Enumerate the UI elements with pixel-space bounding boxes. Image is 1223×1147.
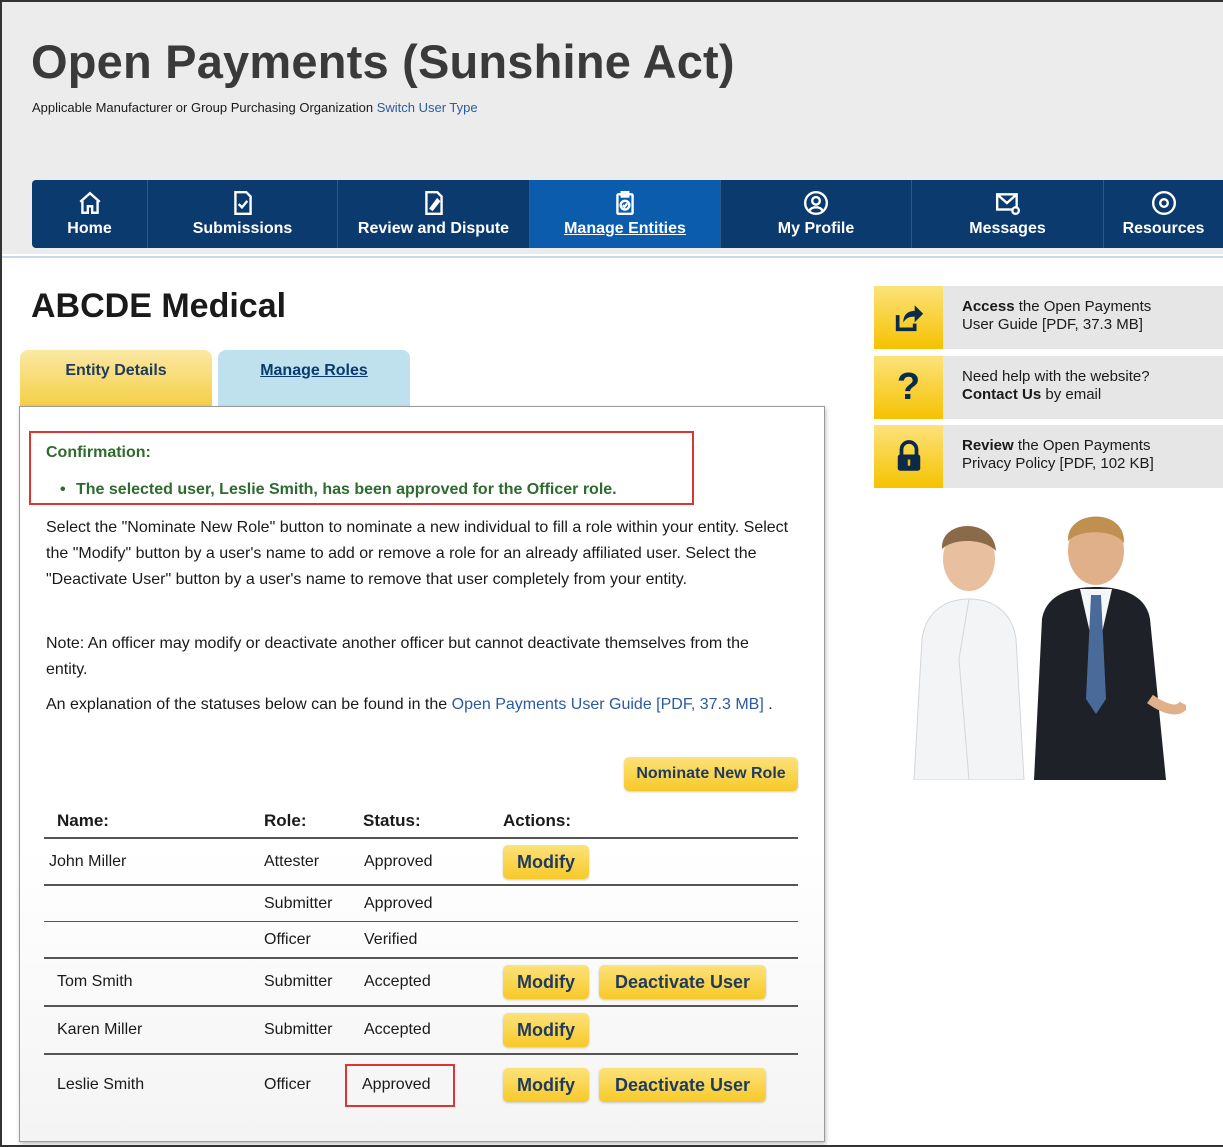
nav-resources-label: Resources [1122, 220, 1205, 237]
document-check-icon [233, 190, 252, 216]
column-header-role: Role: [264, 811, 307, 830]
tab-entity-details[interactable]: Entity Details [20, 350, 212, 407]
tab-manage-roles[interactable]: Manage Roles [218, 350, 410, 407]
sidebar-privacy-text: Review the Open Payments Privacy Policy … [962, 437, 1154, 473]
deactivate-user-button[interactable]: Deactivate User [599, 1068, 766, 1102]
table-divider [44, 957, 798, 959]
user-role: Officer [264, 931, 311, 948]
sidebar-text: User Guide [PDF, 37.3 MB] [962, 316, 1143, 333]
gear-icon [1151, 190, 1176, 216]
user-circle-icon [803, 190, 829, 216]
main-nav: Home Submissions Review and Dispute Mana… [32, 180, 1223, 248]
home-icon [78, 191, 101, 214]
user-role: Officer [264, 1076, 311, 1093]
nav-manage-entities-label: Manage Entities [564, 220, 686, 237]
nav-review-dispute-label: Review and Dispute [357, 220, 510, 237]
sidebar-contact-text: Need help with the website? Contact Us b… [962, 368, 1150, 404]
user-guide-link[interactable]: Open Payments User Guide [PDF, 37.3 MB] [452, 696, 764, 713]
sidebar-text: Privacy Policy [PDF, 102 KB] [962, 455, 1154, 472]
share-icon [874, 286, 943, 349]
table-divider [44, 921, 798, 922]
status-explanation-prefix: An explanation of the statuses below can… [46, 696, 452, 713]
entity-title: ABCDE Medical [31, 287, 287, 325]
confirmation-message: The selected user, Leslie Smith, has bee… [60, 481, 617, 499]
user-role: Submitter [264, 973, 333, 990]
user-type-line: Applicable Manufacturer or Group Purchas… [32, 100, 478, 115]
question-icon: ? [874, 356, 943, 419]
sidebar-privacy-policy[interactable]: Review the Open Payments Privacy Policy … [874, 425, 1223, 488]
deactivate-user-button[interactable]: Deactivate User [599, 965, 766, 999]
modify-button[interactable]: Modify [503, 1068, 589, 1102]
user-name: Leslie Smith [57, 1076, 145, 1093]
sidebar-contact-us[interactable]: ? Need help with the website? Contact Us… [874, 356, 1223, 419]
nav-home[interactable]: Home [32, 180, 148, 248]
user-type-label: Applicable Manufacturer or Group Purchas… [32, 100, 374, 115]
user-name: Tom Smith [57, 973, 133, 990]
status-explanation-suffix: . [763, 696, 773, 713]
table-divider [44, 837, 798, 839]
sidebar-text: the Open Payments [1013, 437, 1151, 454]
sidebar-user-guide[interactable]: Access the Open Payments User Guide [PDF… [874, 286, 1223, 349]
nav-divider [2, 256, 1223, 258]
sidebar-user-guide-text: Access the Open Payments User Guide [PDF… [962, 298, 1151, 334]
nav-my-profile[interactable]: My Profile [721, 180, 912, 248]
lock-icon [874, 425, 943, 488]
modify-button[interactable]: Modify [503, 1013, 589, 1047]
user-status: Approved [364, 895, 433, 912]
table-divider [44, 884, 798, 886]
nav-review-dispute[interactable]: Review and Dispute [338, 180, 530, 248]
nav-my-profile-label: My Profile [777, 220, 855, 237]
sidebar-text: by email [1041, 386, 1102, 403]
nav-messages-label: Messages [969, 220, 1046, 237]
column-header-status: Status: [363, 811, 421, 830]
mail-icon [995, 193, 1020, 216]
nominate-new-role-button[interactable]: Nominate New Role [624, 757, 798, 791]
doctors-photo [874, 499, 1186, 780]
officer-note: Note: An officer may modify or deactivat… [46, 635, 749, 678]
document-edit-icon [424, 190, 443, 216]
user-name: Karen Miller [57, 1021, 143, 1038]
site-title: Open Payments (Sunshine Act) [31, 35, 735, 88]
user-status: Verified [364, 931, 418, 948]
nav-manage-entities[interactable]: Manage Entities [530, 180, 721, 248]
modify-button[interactable]: Modify [503, 965, 589, 999]
nav-resources[interactable]: Resources [1104, 180, 1223, 248]
user-role: Submitter [264, 895, 333, 912]
column-header-name: Name: [57, 811, 109, 830]
table-divider [44, 1005, 798, 1007]
user-role: Submitter [264, 1021, 333, 1038]
table-divider [44, 1053, 798, 1055]
status-explanation: An explanation of the statuses below can… [46, 692, 791, 718]
instructions-paragraph: Select the "Nominate New Role" button to… [46, 519, 789, 588]
clipboard-check-icon [616, 190, 634, 216]
sidebar-text: Need help with the website? [962, 368, 1150, 385]
user-status: Approved [362, 1076, 431, 1093]
switch-user-type-link[interactable]: Switch User Type [377, 100, 478, 115]
sidebar-bold-text: Access [962, 298, 1015, 315]
sidebar-text: the Open Payments [1014, 298, 1152, 315]
nav-submissions-label: Submissions [192, 220, 293, 237]
nav-submissions[interactable]: Submissions [148, 180, 338, 248]
user-status: Accepted [364, 973, 431, 990]
confirmation-title: Confirmation: [46, 444, 151, 461]
nav-home-label: Home [67, 220, 112, 237]
user-role: Attester [264, 853, 320, 870]
user-name: John Miller [49, 853, 127, 870]
sidebar-bold-text: Contact Us [962, 386, 1042, 403]
modify-button[interactable]: Modify [503, 845, 589, 879]
column-header-actions: Actions: [503, 811, 571, 830]
user-status: Accepted [364, 1021, 431, 1038]
sidebar-bold-text: Review [962, 437, 1014, 454]
nav-messages[interactable]: Messages [912, 180, 1104, 248]
user-status: Approved [364, 853, 433, 870]
